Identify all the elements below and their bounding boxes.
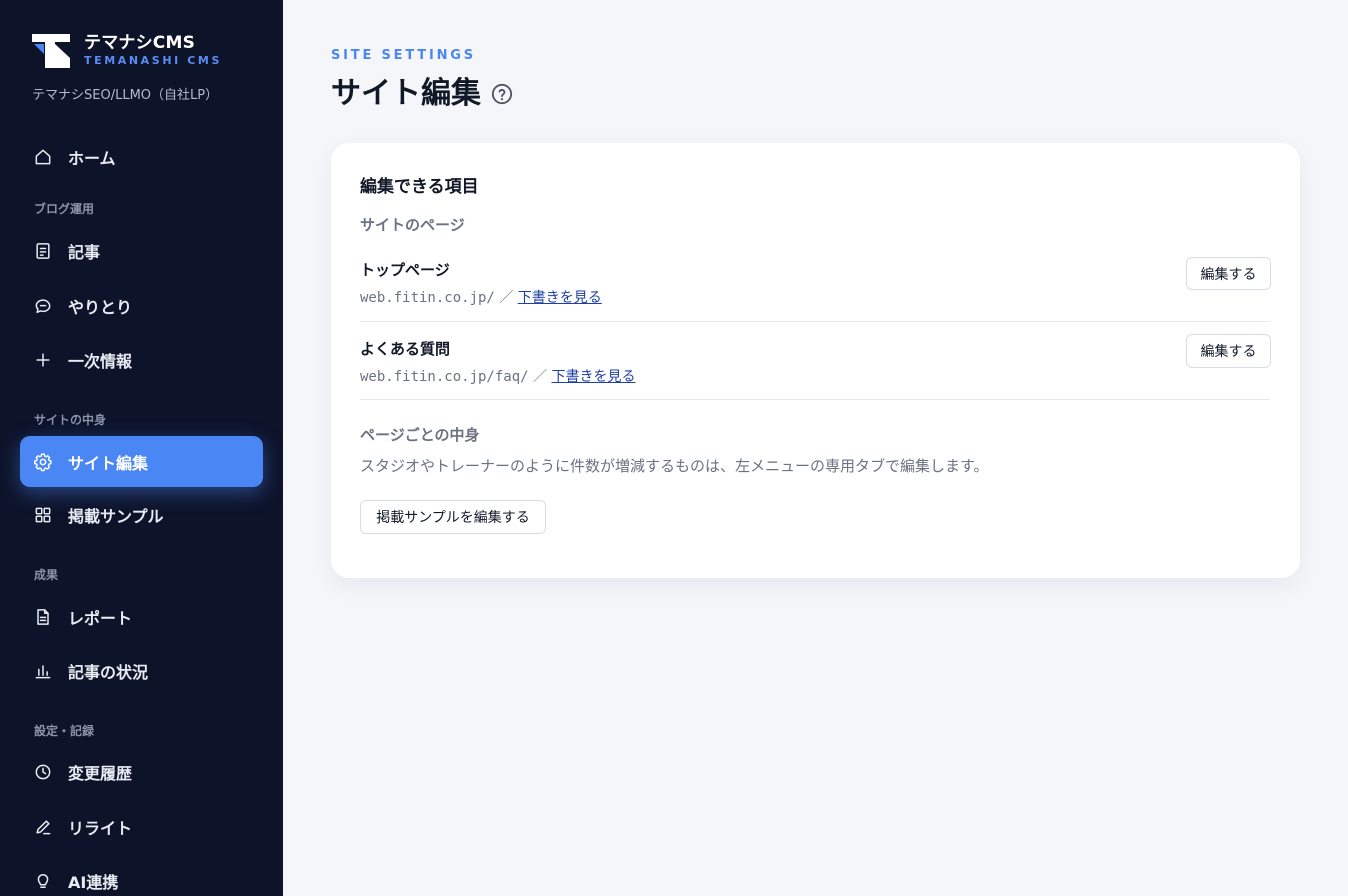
page-row-url: web.fitin.co.jp/ bbox=[360, 290, 495, 306]
divider bbox=[360, 321, 1270, 322]
sidebar-item-label: 掲載サンプル bbox=[68, 507, 164, 526]
url-separator: ／ bbox=[499, 290, 514, 306]
sidebar-item-ai[interactable]: AI連携 bbox=[20, 856, 263, 896]
view-draft-link[interactable]: 下書きを見る bbox=[518, 290, 602, 306]
brand[interactable]: テマナシCMS TEMANASHI CMS bbox=[32, 32, 222, 70]
view-draft-link[interactable]: 下書きを見る bbox=[551, 369, 635, 385]
sidebar-item-home[interactable]: ホーム bbox=[20, 132, 263, 182]
report-document-icon bbox=[32, 606, 54, 628]
section-label-settings: 設定・記録 bbox=[34, 724, 95, 738]
sidebar-item-label: 変更履歴 bbox=[68, 764, 133, 783]
sidebar-item-label: リライト bbox=[68, 819, 133, 838]
sidebar: テマナシCMS TEMANASHI CMS テマナシSEO/LLMO（自社LP）… bbox=[0, 0, 283, 896]
sidebar-item-label: 記事 bbox=[68, 243, 101, 262]
sidebar-item-rewrite[interactable]: リライト bbox=[20, 802, 263, 852]
sidebar-item-label: やりとり bbox=[68, 298, 133, 317]
section-label-site: サイトの中身 bbox=[34, 413, 107, 427]
page-title-row: サイト編集 bbox=[331, 72, 513, 116]
section-label-results: 成果 bbox=[34, 568, 59, 582]
sidebar-item-label: サイト編集 bbox=[68, 453, 149, 473]
sidebar-item-primary-info[interactable]: 一次情報 bbox=[20, 335, 263, 385]
url-separator: ／ bbox=[533, 369, 548, 385]
sidebar-item-history[interactable]: 変更履歴 bbox=[20, 747, 263, 797]
sidebar-item-samples[interactable]: 掲載サンプル bbox=[20, 490, 263, 540]
home-icon bbox=[32, 146, 54, 168]
card-title: 編集できる項目 bbox=[360, 177, 479, 197]
editable-items-card: 編集できる項目 サイトのページ トップページ web.fitin.co.jp/ … bbox=[331, 143, 1300, 578]
brand-name: テマナシCMS bbox=[84, 33, 196, 53]
sidebar-item-report[interactable]: レポート bbox=[20, 592, 263, 642]
sidebar-item-label: レポート bbox=[68, 609, 133, 628]
page-row-url: web.fitin.co.jp/faq/ bbox=[360, 369, 529, 385]
current-site-name[interactable]: テマナシSEO/LLMO（自社LP） bbox=[32, 84, 218, 103]
plus-icon bbox=[32, 349, 54, 371]
pencil-icon bbox=[32, 816, 54, 838]
page-eyebrow: SITE SETTINGS bbox=[331, 48, 476, 63]
page-content-note: スタジオやトレーナーのように件数が増減するものは、左メニューの専用タブで編集しま… bbox=[360, 457, 989, 475]
sidebar-item-article-status[interactable]: 記事の状況 bbox=[20, 646, 263, 696]
lightbulb-icon bbox=[32, 870, 54, 892]
page-content-heading: ページごとの中身 bbox=[360, 426, 480, 444]
sidebar-item-label: ホーム bbox=[68, 149, 116, 168]
page-row: よくある質問 web.fitin.co.jp/faq/ ／ 下書きを見る bbox=[360, 338, 1270, 416]
edit-samples-button[interactable]: 掲載サンプルを編集する bbox=[360, 500, 546, 534]
grid-icon bbox=[32, 504, 54, 526]
gear-icon bbox=[32, 451, 54, 473]
sidebar-item-label: AI連携 bbox=[68, 873, 119, 892]
temanashi-logo-icon bbox=[32, 34, 70, 68]
bar-chart-icon bbox=[32, 660, 54, 682]
chat-bubble-icon bbox=[32, 295, 54, 317]
page-row-title: よくある質問 bbox=[360, 340, 451, 358]
page-row: トップページ web.fitin.co.jp/ ／ 下書きを見る bbox=[360, 259, 1270, 337]
help-icon[interactable] bbox=[491, 83, 513, 105]
main-content: SITE SETTINGS サイト編集 編集できる項目 サイトのページ トップペ… bbox=[283, 0, 1348, 896]
site-pages-heading: サイトのページ bbox=[360, 216, 465, 234]
sidebar-item-site-edit[interactable]: サイト編集 bbox=[20, 436, 263, 487]
section-label-blog: ブログ運用 bbox=[34, 202, 95, 216]
divider bbox=[360, 399, 1270, 400]
page-row-title: トップページ bbox=[360, 261, 450, 279]
edit-top-page-button[interactable]: 編集する bbox=[1186, 257, 1271, 290]
page-title: サイト編集 bbox=[331, 76, 481, 111]
edit-faq-page-button[interactable]: 編集する bbox=[1186, 334, 1271, 368]
clock-icon bbox=[32, 761, 54, 783]
sidebar-item-label: 記事の状況 bbox=[68, 663, 149, 682]
sidebar-item-label: 一次情報 bbox=[68, 352, 133, 371]
sidebar-item-conversations[interactable]: やりとり bbox=[20, 281, 263, 331]
brand-subtitle: TEMANASHI CMS bbox=[84, 54, 222, 67]
sidebar-item-articles[interactable]: 記事 bbox=[20, 226, 263, 276]
document-list-icon bbox=[32, 240, 54, 262]
